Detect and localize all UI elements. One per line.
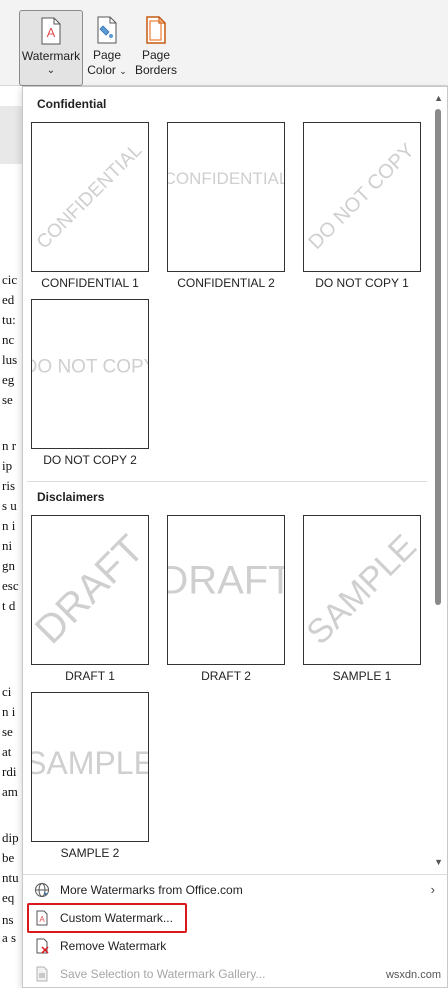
document-text-fragment: n i: [2, 518, 16, 533]
document-text-fragment: at: [2, 744, 12, 759]
section-header-confidential: Confidential: [37, 97, 107, 111]
document-text-fragment: ntu: [2, 870, 19, 885]
watermark-icon: A: [41, 17, 61, 45]
gallery-item-confidential-2[interactable]: CONFIDENTIAL: [167, 122, 285, 272]
document-background: cic ed tu: nc lus eg se n r ip ris s u n i ni gn esc t …: [0, 86, 22, 988]
watermark-preview-text: CONFIDENTIAL: [32, 139, 147, 254]
gallery-item-do-not-copy-2[interactable]: DO NOT COPY: [31, 299, 149, 449]
more-watermarks-menu-item[interactable]: More Watermarks from Office.com ›: [29, 877, 441, 903]
document-text-fragment: eq: [2, 890, 15, 905]
watermark-preview-text: DRAFT: [168, 558, 284, 603]
scroll-up-icon[interactable]: ▲: [434, 93, 443, 103]
document-text-fragment: t d: [2, 598, 16, 613]
gallery-item-confidential-1[interactable]: CONFIDENTIAL: [31, 122, 149, 272]
chevron-right-icon: ›: [430, 882, 435, 897]
scrollbar-thumb[interactable]: [435, 109, 441, 605]
document-text-fragment: gn: [2, 558, 15, 573]
gallery-item-sample-2[interactable]: SAMPLE: [31, 692, 149, 842]
more-watermarks-label: More Watermarks from Office.com: [60, 883, 243, 897]
document-text-fragment: esc: [2, 578, 19, 593]
highlight-box: [27, 903, 187, 933]
page-color-icon: [97, 16, 117, 44]
gallery-item-label: SAMPLE 1: [332, 669, 392, 683]
document-text-fragment: eg: [2, 372, 15, 387]
document-text-fragment: lus: [2, 352, 18, 367]
document-text-fragment: n r: [2, 438, 17, 453]
menu-separator: [23, 874, 447, 875]
remove-watermark-menu-item[interactable]: Remove Watermark: [29, 933, 441, 959]
scroll-down-icon[interactable]: ▼: [434, 857, 443, 867]
document-text-fragment: dip: [2, 830, 19, 845]
gallery-item-label: DO NOT COPY 1: [315, 276, 409, 290]
save-selection-icon: [36, 966, 48, 982]
document-text-fragment: se: [2, 724, 13, 739]
gallery-item-label: CONFIDENTIAL 2: [177, 276, 275, 290]
watermark-preview-text: SAMPLE: [31, 744, 149, 781]
gallery-item-sample-1[interactable]: SAMPLE: [303, 515, 421, 665]
page-color-label-2: Color ⌄: [87, 63, 127, 77]
document-margin-shade: [0, 106, 22, 164]
gallery-item-label: DRAFT 2: [201, 669, 251, 683]
watermark-gallery-panel: Confidential CONFIDENTIAL CONFIDENTIAL 1…: [22, 86, 448, 988]
remove-watermark-icon: [36, 938, 49, 954]
document-text-fragment: cic: [2, 272, 18, 287]
document-text-fragment: nc: [2, 332, 15, 347]
document-text-fragment: ris: [2, 478, 15, 493]
save-selection-menu-item: Save Selection to Watermark Gallery...: [29, 961, 441, 987]
page-color-label-1: Page: [92, 48, 122, 62]
gallery-item-label: CONFIDENTIAL 1: [41, 276, 139, 290]
gallery-item-do-not-copy-1[interactable]: DO NOT COPY: [303, 122, 421, 272]
document-text-fragment: n i: [2, 704, 16, 719]
document-text-fragment: be: [2, 850, 15, 865]
save-selection-label: Save Selection to Watermark Gallery...: [60, 967, 266, 981]
document-text-fragment: am: [2, 784, 18, 799]
document-text-fragment: s u: [2, 498, 17, 513]
document-text-fragment: ci: [2, 684, 12, 699]
watermark-button[interactable]: A Watermark ⌄: [19, 10, 83, 86]
watermark-button-label: Watermark: [21, 49, 81, 63]
gallery-item-draft-2[interactable]: DRAFT: [167, 515, 285, 665]
watermark-preview-text: CONFIDENTIAL: [167, 169, 285, 188]
gallery-item-label: DO NOT COPY 2: [43, 453, 137, 467]
page-borders-label-1: Page: [141, 48, 171, 62]
document-text-fragment: ip: [2, 458, 13, 473]
chevron-down-icon: ⌄: [119, 66, 127, 76]
gallery-item-label: SAMPLE 2: [60, 846, 120, 860]
section-divider: [27, 481, 427, 482]
watermark-preview-text: DO NOT COPY: [32, 356, 148, 378]
watermark-preview-text: DRAFT: [31, 526, 149, 653]
ribbon: A Watermark ⌄ Page Color ⌄ Page Borders: [0, 0, 448, 86]
page-borders-button[interactable]: Page Borders: [131, 10, 181, 86]
page-borders-icon: [146, 16, 166, 44]
document-text-fragment: tu:: [2, 312, 16, 327]
gallery-item-draft-1[interactable]: DRAFT: [31, 515, 149, 665]
page-color-button[interactable]: Page Color ⌄: [85, 10, 129, 86]
gallery-item-label: DRAFT 1: [65, 669, 115, 683]
page-borders-label-2: Borders: [134, 63, 178, 77]
chevron-down-icon: ⌄: [46, 65, 56, 76]
site-watermark: wsxdn.com: [385, 969, 441, 981]
watermark-preview-text: DO NOT COPY: [304, 139, 419, 254]
remove-watermark-label: Remove Watermark: [60, 939, 167, 953]
document-text-fragment: a s: [2, 930, 17, 945]
document-text-fragment: ns: [2, 912, 14, 927]
svg-text:A: A: [47, 25, 56, 40]
document-text-fragment: ni: [2, 538, 13, 553]
document-text-fragment: se: [2, 392, 13, 407]
globe-icon: [35, 883, 49, 897]
document-text-fragment: ed: [2, 292, 15, 307]
watermark-preview-text: SAMPLE: [303, 527, 421, 652]
section-header-disclaimers: Disclaimers: [37, 490, 105, 504]
document-text-fragment: rdi: [2, 764, 17, 779]
